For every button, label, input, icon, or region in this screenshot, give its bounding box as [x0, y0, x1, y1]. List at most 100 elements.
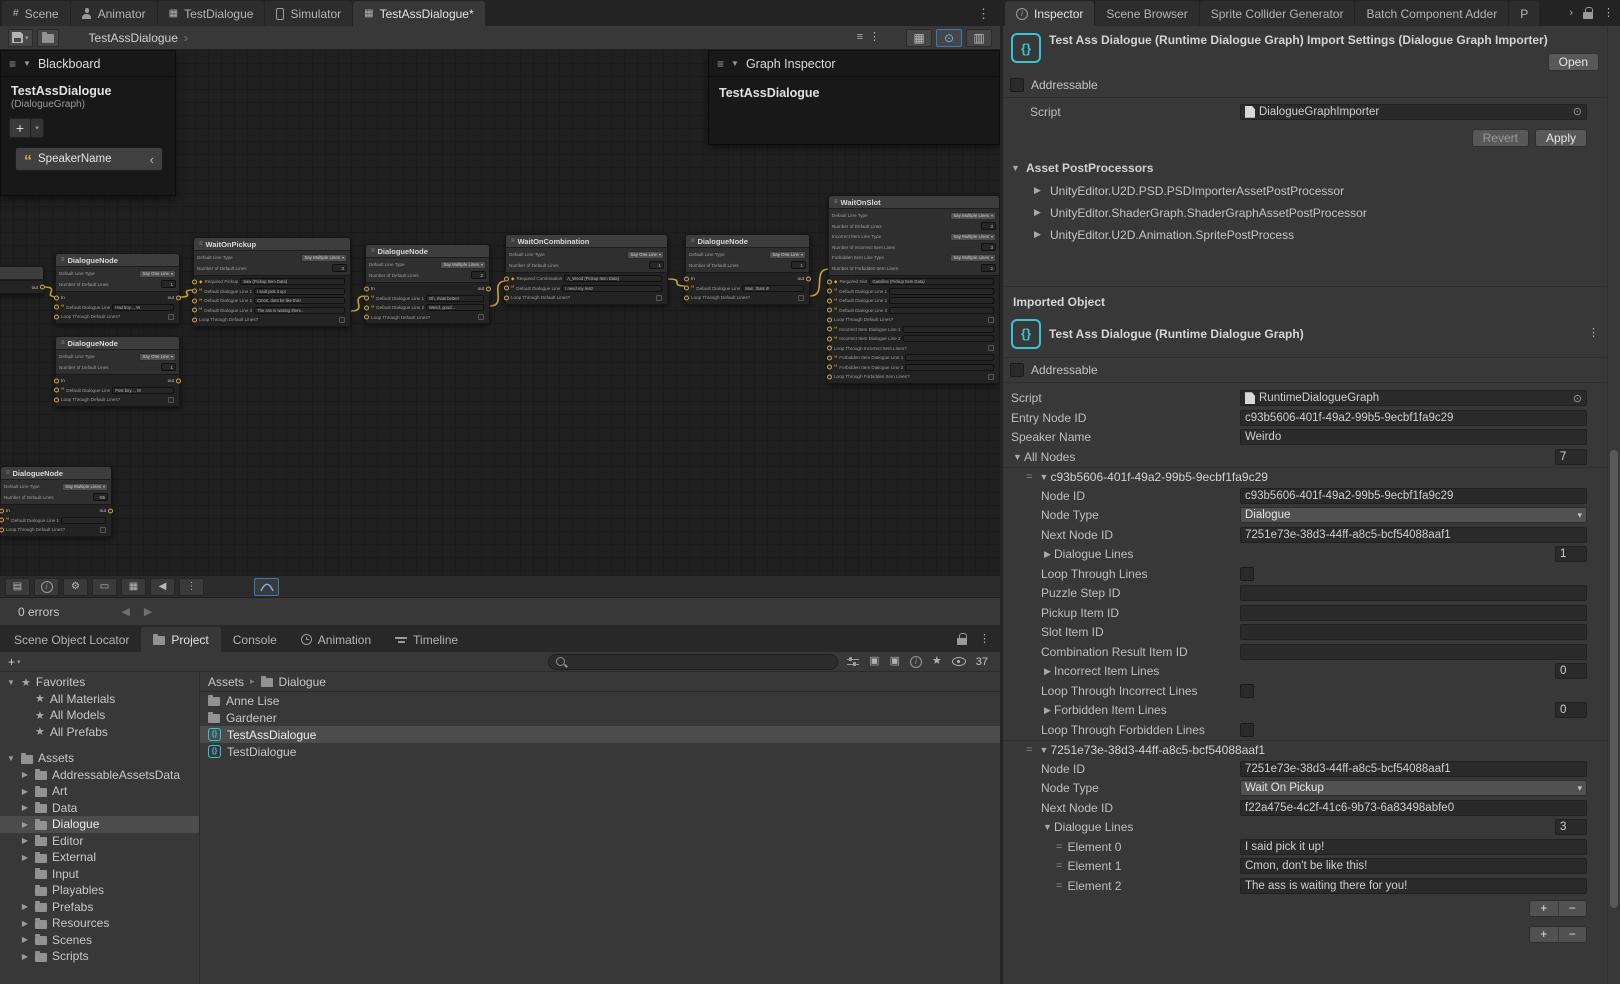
array-size-field[interactable]: 0	[1555, 702, 1587, 718]
input-port-icon[interactable]	[54, 397, 59, 402]
foldout-arrow-icon[interactable]: ▼	[1037, 472, 1050, 482]
node-header[interactable]: ≡DialogueNode	[56, 337, 179, 350]
mini-text-field[interactable]: Man, thats it!	[742, 285, 804, 292]
object-field[interactable]: RuntimeDialogueGraph⊙	[1240, 390, 1587, 406]
input-port-icon[interactable]	[827, 289, 832, 294]
tree-folder-resources[interactable]: ▶Resources	[0, 915, 199, 932]
tree-folder-scripts[interactable]: ▶Scripts	[0, 948, 199, 965]
node-header[interactable]: ≡DialogueNode	[366, 245, 489, 258]
checkbox[interactable]	[1240, 567, 1254, 581]
project-item-testassdialogue[interactable]: {}TestAssDialogue	[200, 726, 1000, 743]
drag-handle-icon[interactable]: =	[1056, 860, 1062, 872]
mini-text-field[interactable]	[61, 517, 106, 524]
chevron-left-icon[interactable]: ‹	[150, 152, 154, 167]
next-error-button[interactable]: ▶	[144, 605, 152, 618]
lock-icon[interactable]	[957, 633, 967, 645]
graph-node-dialoguenode[interactable]: ≡DialogueNodeDefault Line TypeSay One Li…	[685, 234, 810, 305]
input-port-icon[interactable]	[504, 286, 509, 291]
postprocessor-foldout[interactable]: ▶UnityEditor.U2D.PSD.PSDImporterAssetPos…	[1003, 180, 1607, 202]
asset-postprocessors-foldout[interactable]: ▼ Asset PostProcessors	[1003, 156, 1607, 180]
input-port-icon[interactable]	[827, 355, 832, 360]
drag-handle-icon[interactable]: =	[1056, 880, 1062, 892]
add-element-button[interactable]: +	[1530, 927, 1559, 942]
output-port-icon[interactable]	[806, 276, 811, 281]
add-element-button[interactable]: +	[1530, 901, 1559, 916]
node-header[interactable]: ≡WaitOnCombination	[506, 235, 667, 248]
checkbox[interactable]	[1240, 684, 1254, 698]
input-port-icon[interactable]	[684, 276, 689, 281]
graph-node-waitonpickup[interactable]: ≡WaitOnPickupDefault Line TypeSay Multip…	[193, 237, 351, 327]
info-icon[interactable]: i	[910, 656, 922, 668]
tree-favorite-all-models[interactable]: ★All Models	[0, 707, 199, 724]
inspector-tab-scene-browser[interactable]: Scene Browser	[1095, 1, 1198, 26]
mini-text-field[interactable]: I said pick it up!	[254, 288, 345, 295]
breadcrumb-graph-name[interactable]: TestAssDialogue	[89, 31, 178, 45]
mini-text-field[interactable]: Post boy..., W	[112, 387, 174, 394]
tree-arrow-icon[interactable]: ▼	[6, 678, 16, 687]
mini-checkbox[interactable]	[988, 317, 994, 323]
drag-handle-icon[interactable]: =	[1026, 471, 1032, 483]
tree-arrow-icon[interactable]: ▶	[20, 836, 30, 845]
kebab-menu-icon[interactable]: ⋮	[1603, 8, 1614, 19]
mini-number-field[interactable]: 2	[981, 264, 996, 272]
mini-dropdown[interactable]: Say One Line	[769, 251, 806, 259]
inspector-tab-p[interactable]: P	[1509, 1, 1539, 26]
mini-text-field[interactable]: Weird, good...	[426, 304, 484, 311]
input-port-icon[interactable]	[364, 305, 369, 310]
mini-dropdown[interactable]: Say One Line	[139, 270, 176, 278]
input-port-icon[interactable]	[827, 279, 832, 284]
array-size-field[interactable]: 1	[1555, 546, 1587, 562]
text-field[interactable]	[1240, 585, 1587, 601]
drag-handle-icon[interactable]: =	[1056, 841, 1062, 853]
node-header[interactable]: ≡DialogueNode	[56, 254, 179, 267]
tree-arrow-icon[interactable]: ▶	[20, 770, 30, 779]
input-port-icon[interactable]	[192, 298, 197, 303]
mini-text-field[interactable]: The ass is waiting there...	[254, 307, 345, 314]
foldout-arrow-icon[interactable]: ▶	[1041, 705, 1054, 716]
text-field[interactable]: The ass is waiting there for you!	[1240, 878, 1587, 894]
input-port-icon[interactable]	[684, 286, 689, 291]
plus-icon[interactable]: +	[9, 118, 31, 138]
input-port-icon[interactable]	[827, 298, 832, 303]
output-port-icon[interactable]	[108, 508, 113, 513]
input-port-icon[interactable]	[54, 378, 59, 383]
mini-number-field[interactable]: 1	[791, 261, 806, 269]
project-item-anne-lise[interactable]: Anne Lise	[200, 692, 1000, 709]
mini-text-field[interactable]	[889, 297, 994, 304]
input-port-icon[interactable]	[192, 289, 197, 294]
object-picker-icon[interactable]: ⊙	[1573, 105, 1582, 118]
mini-number-field[interactable]: 1	[649, 261, 664, 269]
save-button[interactable]: ▾	[8, 29, 33, 47]
input-port-icon[interactable]	[827, 317, 832, 322]
mini-object-field[interactable]: A_Wood (Pickup Item Data)	[564, 275, 662, 282]
input-port-icon[interactable]	[0, 518, 4, 523]
tree-arrow-icon[interactable]: ▼	[6, 754, 16, 763]
mini-text-field[interactable]	[903, 335, 994, 342]
package-icon[interactable]: ▣	[889, 656, 899, 667]
input-port-icon[interactable]	[504, 276, 509, 281]
mini-text-field[interactable]	[905, 354, 994, 361]
input-port-icon[interactable]	[364, 296, 369, 301]
text-field[interactable]	[1240, 605, 1587, 621]
frame-button[interactable]: ▭	[92, 578, 117, 596]
input-port-icon[interactable]	[827, 308, 832, 313]
input-port-icon[interactable]	[0, 527, 4, 532]
mini-dropdown[interactable]: Say Multiple Lines	[301, 254, 347, 262]
text-field[interactable]: 7251e73e-38d3-44ff-a8c5-bcf54088aaf1	[1240, 761, 1587, 777]
mini-number-field[interactable]: 3	[332, 264, 347, 272]
input-port-icon[interactable]	[827, 327, 832, 332]
blackboard-add-button[interactable]: + ▾	[9, 118, 175, 138]
inspector-tab-inspector[interactable]: iInspector	[1005, 1, 1094, 26]
kebab-button[interactable]: ⋮	[179, 578, 204, 596]
input-port-icon[interactable]	[684, 295, 689, 300]
node-header[interactable]: ≡StartNode	[0, 267, 43, 280]
mini-checkbox[interactable]	[656, 295, 662, 301]
addressable-checkbox[interactable]	[1010, 363, 1024, 377]
show-in-project-button[interactable]	[37, 29, 59, 47]
collapse-arrow-icon[interactable]: ▼	[23, 59, 31, 68]
output-port-icon[interactable]	[486, 286, 491, 291]
mini-text-field[interactable]: Cmon, dont be like this!	[254, 297, 345, 304]
collapse-arrow-icon[interactable]: ▼	[731, 59, 739, 68]
tree-favorite-all-prefabs[interactable]: ★All Prefabs	[0, 724, 199, 741]
input-port-icon[interactable]	[827, 336, 832, 341]
